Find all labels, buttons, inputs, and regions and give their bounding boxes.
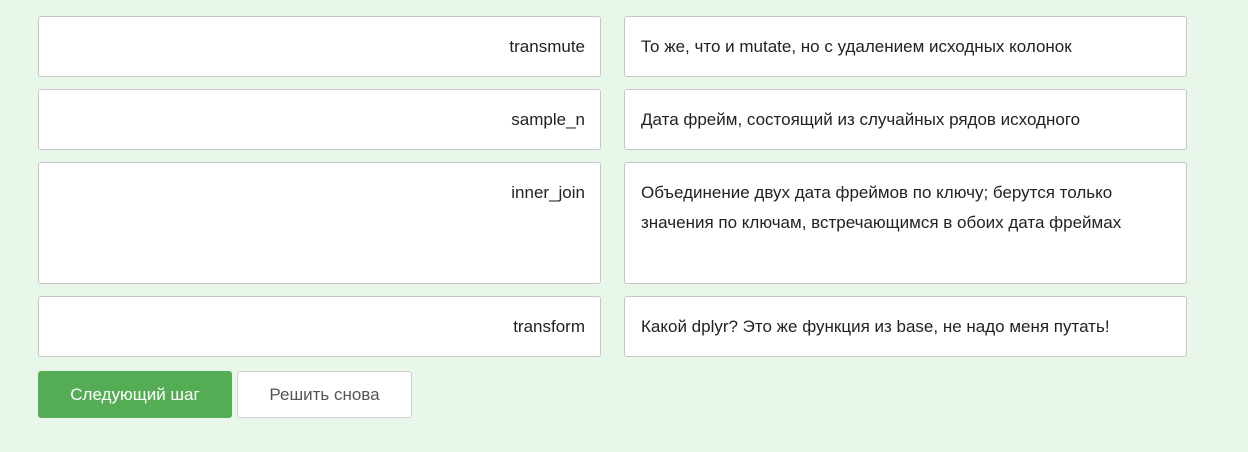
next-step-button[interactable]: Следующий шаг (38, 371, 232, 418)
term-cell[interactable]: inner_join (38, 162, 601, 284)
matching-quiz: transmute То же, что и mutate, но с удал… (38, 16, 1187, 369)
term-cell[interactable]: transform (38, 296, 601, 357)
term-label: sample_n (511, 110, 585, 129)
match-row: inner_join Объединение двух дата фреймов… (38, 162, 1187, 284)
definition-label: То же, что и mutate, но с удалением исхо… (641, 37, 1072, 56)
match-row: transform Какой dplyr? Это же функция из… (38, 296, 1187, 357)
action-buttons: Следующий шаг Решить снова (38, 371, 412, 418)
definition-cell[interactable]: То же, что и mutate, но с удалением исхо… (624, 16, 1187, 77)
match-row: transmute То же, что и mutate, но с удал… (38, 16, 1187, 77)
term-label: transmute (509, 37, 585, 56)
definition-cell[interactable]: Объединение двух дата фреймов по ключу; … (624, 162, 1187, 284)
definition-label: Дата фрейм, состоящий из случайных рядов… (641, 110, 1081, 129)
term-label: transform (513, 317, 585, 336)
term-cell[interactable]: sample_n (38, 89, 601, 150)
definition-cell[interactable]: Какой dplyr? Это же функция из base, не … (624, 296, 1187, 357)
match-row: sample_n Дата фрейм, состоящий из случай… (38, 89, 1187, 150)
retry-button[interactable]: Решить снова (237, 371, 412, 418)
definition-label: Объединение двух дата фреймов по ключу; … (641, 183, 1122, 232)
term-cell[interactable]: transmute (38, 16, 601, 77)
definition-label: Какой dplyr? Это же функция из base, не … (641, 317, 1110, 336)
definition-cell[interactable]: Дата фрейм, состоящий из случайных рядов… (624, 89, 1187, 150)
term-label: inner_join (511, 183, 585, 202)
